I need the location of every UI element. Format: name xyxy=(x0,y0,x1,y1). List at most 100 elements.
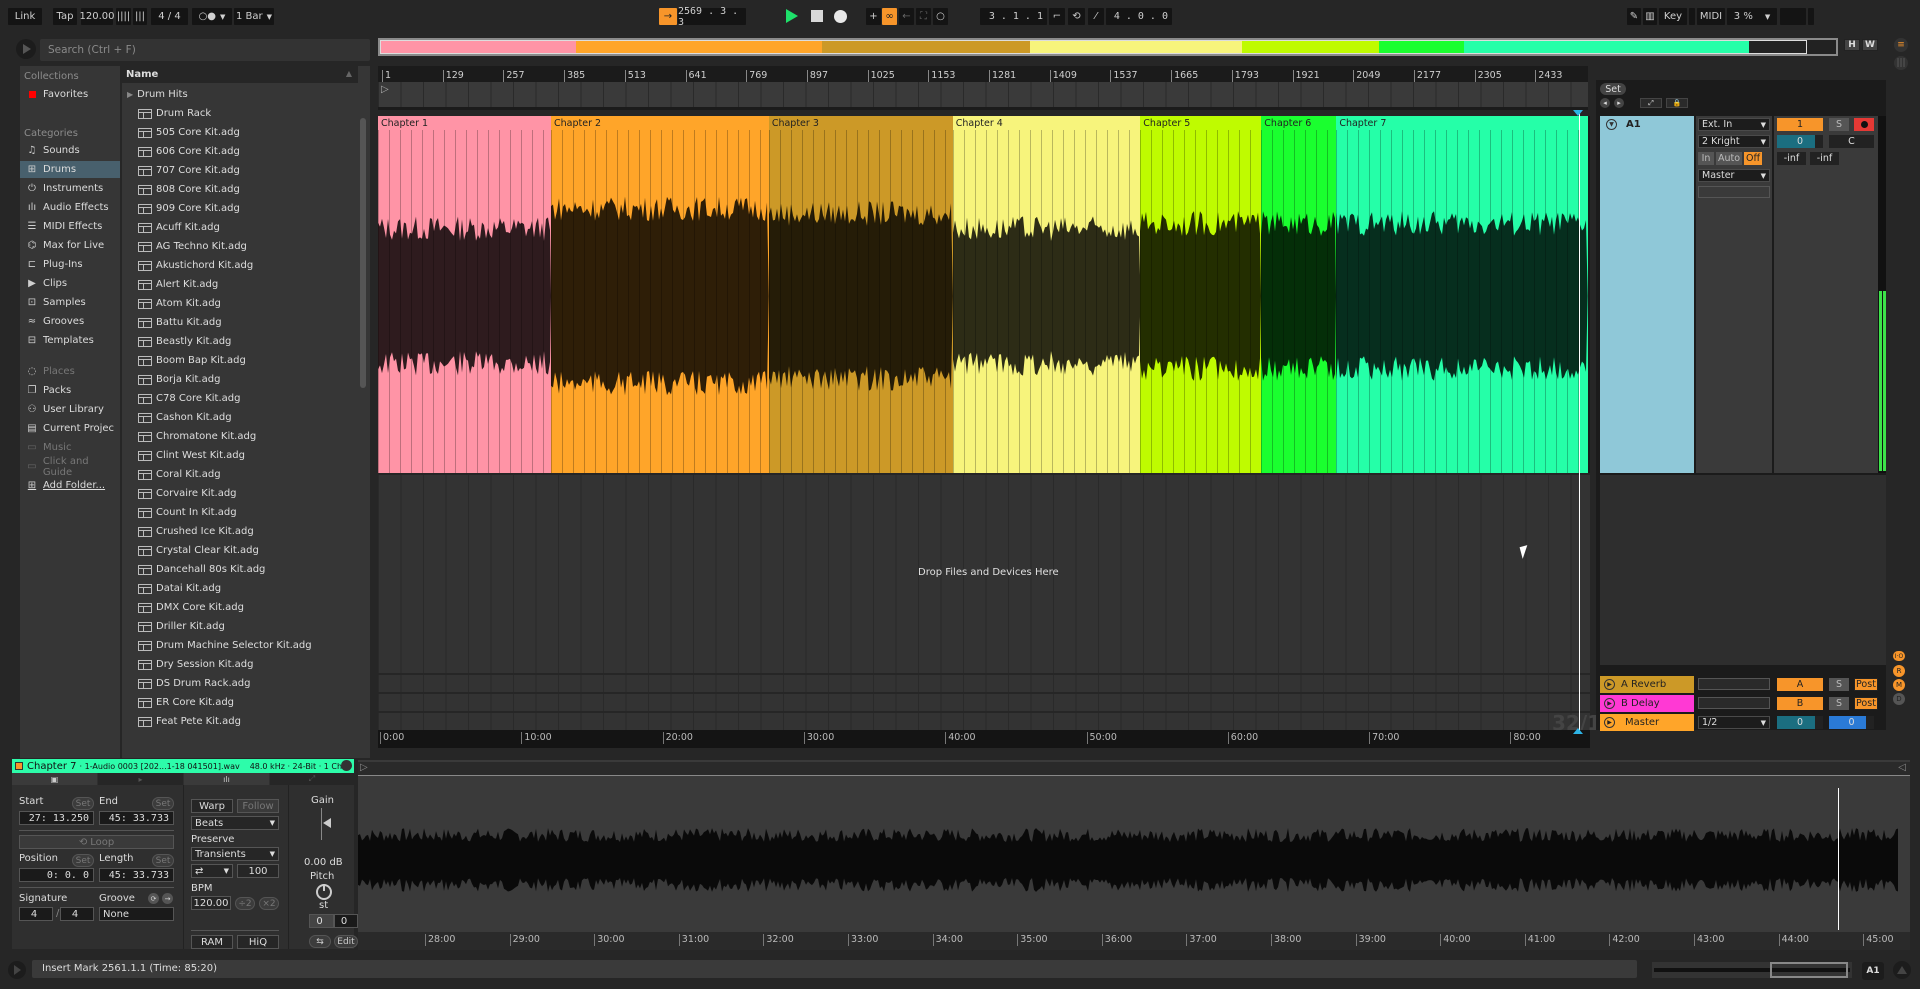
punch-in-button[interactable]: ⌐ xyxy=(1049,8,1065,25)
pan-field[interactable]: C xyxy=(1829,135,1874,148)
list-item[interactable]: 606 Core Kit.adg xyxy=(122,143,358,160)
return-a-io[interactable] xyxy=(1698,678,1770,690)
monitor-off-button[interactable]: Off xyxy=(1744,152,1762,165)
output-channel-field[interactable] xyxy=(1698,186,1770,198)
link-button[interactable]: Link xyxy=(8,8,42,25)
end-set-button[interactable]: Set xyxy=(152,797,174,810)
metronome-button[interactable]: ○● ▼ xyxy=(192,8,232,25)
sidebar-item-instruments[interactable]: ⏻ Instruments xyxy=(20,180,120,197)
midi-map-button[interactable]: MIDI xyxy=(1697,8,1725,25)
song-position-field[interactable]: 2569 . 3 . 3 xyxy=(678,6,746,28)
list-item[interactable]: DS Drum Rack.adg xyxy=(122,675,358,692)
return-a-post[interactable]: Post xyxy=(1854,678,1878,691)
output-dropdown[interactable]: Master ▼ xyxy=(1698,169,1770,182)
groove-hot-swap-icon[interactable]: ⟳ xyxy=(148,893,159,904)
length-set-button[interactable]: Set xyxy=(152,854,174,867)
sidebar-item-music[interactable]: ▭ Music xyxy=(20,439,120,456)
list-item[interactable]: Feat Pete Kit.adg xyxy=(122,713,358,730)
signature-denominator[interactable]: 4 xyxy=(60,907,94,921)
folder-drum-hits[interactable]: ▶ Drum Hits xyxy=(122,86,358,103)
clip-title-bar[interactable]: Chapter 7 · 1-Audio 0003 [202...1-18 041… xyxy=(12,759,354,773)
prev-locator-button[interactable]: ◂ xyxy=(1600,98,1610,108)
list-item[interactable]: Dancehall 80s Kit.adg xyxy=(122,561,358,578)
automation-arm-button[interactable]: ∞ xyxy=(882,8,897,25)
preserve-dropdown[interactable]: Transients ▼ xyxy=(191,847,279,861)
list-item[interactable]: 505 Core Kit.adg xyxy=(122,124,358,141)
clip-name[interactable]: Chapter 7 xyxy=(27,761,77,772)
volume-field[interactable]: 0 xyxy=(1777,135,1823,148)
play-button[interactable] xyxy=(786,9,798,23)
chapter-clip[interactable]: Chapter 7 xyxy=(1336,116,1588,473)
list-item[interactable]: Battu Kit.adg xyxy=(122,314,358,331)
solo-button[interactable]: S xyxy=(1829,118,1849,131)
back-to-arrangement-button[interactable]: ← xyxy=(899,8,914,25)
audio-track-lane[interactable]: Chapter 1 Chapter 2 Chapter 3 Chapter 4 Chap… xyxy=(378,116,1590,473)
bpm-field[interactable]: 120.00 xyxy=(191,896,231,910)
semitones-field[interactable]: 0 xyxy=(309,914,334,928)
cpu-meter[interactable]: 3 % ▼ xyxy=(1727,8,1777,25)
arm-button[interactable] xyxy=(1854,118,1874,131)
chapter-clip[interactable]: Chapter 4 xyxy=(952,116,1141,473)
sample-waveform[interactable] xyxy=(358,790,1910,930)
sidebar-item-user-library[interactable]: ⚇ User Library xyxy=(20,401,120,418)
input-channel-dropdown[interactable]: 2 Kright ▼ xyxy=(1698,135,1770,148)
groove-commit-icon[interactable]: → xyxy=(162,893,173,904)
sidebar-item-grooves[interactable]: ≈ Grooves xyxy=(20,313,120,330)
list-item[interactable]: Corvaire Kit.adg xyxy=(122,485,358,502)
capture-button[interactable]: ⛶ xyxy=(916,8,931,25)
sidebar-item-samples[interactable]: ⊡ Samples xyxy=(20,294,120,311)
gain-slider-handle-icon[interactable] xyxy=(323,818,331,828)
double-tempo-button[interactable]: ×2 xyxy=(259,897,279,910)
delay-toggle[interactable]: D xyxy=(1893,693,1905,705)
return-lane-a[interactable] xyxy=(378,675,1590,692)
return-b-activator[interactable]: B xyxy=(1777,697,1823,710)
return-b-io[interactable] xyxy=(1698,697,1770,709)
master-volume[interactable]: 0 xyxy=(1777,716,1823,729)
monitor-in-button[interactable]: In xyxy=(1698,152,1714,165)
gain-slider[interactable] xyxy=(321,808,322,840)
chapter-clip[interactable]: Chapter 5 xyxy=(1140,116,1262,473)
session-record-button[interactable]: ○ xyxy=(933,8,948,25)
loop-button[interactable]: ⟲ xyxy=(1068,8,1085,25)
sort-ascending-icon[interactable]: ▲ xyxy=(346,69,352,78)
arrangement-overview[interactable] xyxy=(378,38,1838,56)
list-item[interactable]: Acuff Kit.adg xyxy=(122,219,358,236)
track-activator-button[interactable]: 1 xyxy=(1777,118,1823,131)
overview-viewport[interactable] xyxy=(380,40,1807,54)
track-name[interactable]: A1 xyxy=(1626,119,1641,130)
punch-out-icon[interactable]: ⁄ xyxy=(1088,8,1104,25)
loop-button[interactable]: ⟲ Loop xyxy=(19,835,174,849)
list-item[interactable]: Chromatone Kit.adg xyxy=(122,428,358,445)
lock-button[interactable]: 🔒 xyxy=(1666,98,1688,108)
list-item[interactable]: Count In Kit.adg xyxy=(122,504,358,521)
mini-overview-viewport[interactable] xyxy=(1770,962,1848,978)
chapter-clip[interactable]: Chapter 2 xyxy=(551,116,769,473)
save-icon[interactable] xyxy=(341,760,352,771)
next-locator-button[interactable]: ▸ xyxy=(1614,98,1624,108)
chapter-clip[interactable]: Chapter 1 xyxy=(378,116,552,473)
list-item[interactable]: Atom Kit.adg xyxy=(122,295,358,312)
list-item[interactable]: Driller Kit.adg xyxy=(122,618,358,635)
start-marker-icon[interactable]: ▷ xyxy=(360,762,368,773)
arrangement-view-button[interactable]: ≡ xyxy=(1894,38,1908,52)
groove-dropdown[interactable]: None xyxy=(99,907,174,921)
sidebar-item-sounds[interactable]: ♫ Sounds xyxy=(20,142,120,159)
ram-button[interactable]: RAM xyxy=(191,935,233,949)
sidebar-item-favorites[interactable]: Favorites xyxy=(20,86,120,103)
cue-out-dropdown[interactable]: 1/2 ▼ xyxy=(1698,716,1770,729)
scrollbar[interactable] xyxy=(360,118,366,388)
optimize-width-button[interactable]: W xyxy=(1862,39,1878,51)
add-folder-button[interactable]: ⊞ Add Folder... xyxy=(20,477,120,494)
status-play-toggle[interactable] xyxy=(8,961,26,979)
end-marker-icon[interactable]: ◁ xyxy=(1898,762,1906,773)
list-item[interactable]: Dry Session Kit.adg xyxy=(122,656,358,673)
cue-volume[interactable]: 0 xyxy=(1829,716,1874,729)
signature-numerator[interactable]: 4 xyxy=(19,907,53,921)
key-map-button[interactable]: Key xyxy=(1659,8,1687,25)
tab-clip[interactable]: ▣ xyxy=(12,773,97,785)
position-set-button[interactable]: Set xyxy=(72,854,94,867)
drop-area[interactable]: Drop Files and Devices Here xyxy=(378,475,1590,673)
record-button[interactable] xyxy=(834,10,847,23)
position-field[interactable]: 0: 0. 0 xyxy=(19,868,94,882)
tab-launch[interactable]: ⤢ xyxy=(270,773,354,785)
